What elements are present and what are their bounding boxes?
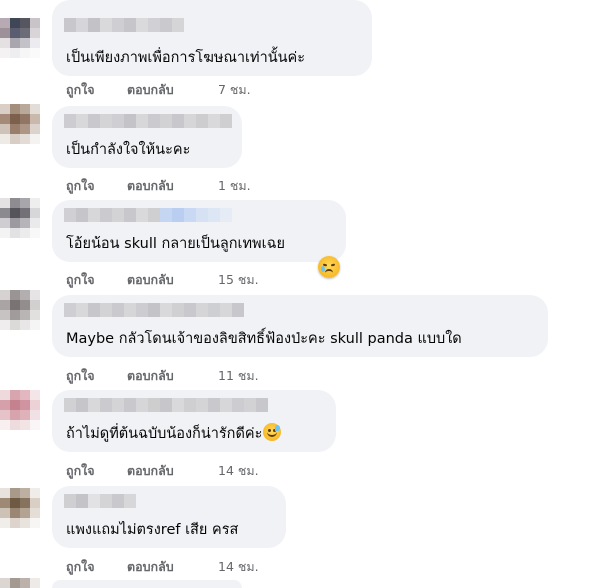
author-name[interactable]: [64, 114, 232, 128]
like-button[interactable]: ถูกใจ: [66, 80, 127, 100]
avatar[interactable]: [0, 290, 40, 330]
comment-text: แพงแถมไม่ตรงref เสีย ครส: [66, 522, 239, 538]
author-name[interactable]: [64, 303, 244, 317]
comment-actions: ถูกใจ ตอบกลับ 1 ชม.: [66, 176, 251, 196]
reply-button[interactable]: ตอบกลับ: [127, 270, 218, 290]
comment-bubble: เป็นเพียงภาพเพื่อการโฆษณาเท่านั้นค่ะ: [52, 0, 372, 76]
comment-text: Maybe กลัวโดนเจ้าของลิขสิทธิ์ฟ้องป่ะคะ s…: [66, 331, 462, 347]
author-name[interactable]: [64, 398, 268, 412]
avatar[interactable]: [0, 488, 40, 528]
comment-bubble: เป็นกำลังใจให้นะคะ: [52, 106, 242, 168]
comment-text-body: ถ้าไม่ดูที่ต้นฉบับน้องก็น่ารักดีค่ะ: [66, 426, 263, 442]
comment-actions: ถูกใจ ตอบกลับ 14 ชม.: [66, 461, 259, 481]
comment-bubble: โอ้ยน้อน skull กลายเป็นลูกเทพเฉย: [52, 200, 346, 262]
comment-text: เป็นเพียงภาพเพื่อการโฆษณาเท่านั้นค่ะ: [66, 50, 306, 66]
like-button[interactable]: ถูกใจ: [66, 461, 127, 481]
reply-button[interactable]: ตอบกลับ: [127, 461, 218, 481]
reply-button[interactable]: ตอบกลับ: [127, 366, 218, 386]
comment-actions: ถูกใจ ตอบกลับ 15 ชม.: [66, 270, 259, 290]
comment-actions: ถูกใจ ตอบกลับ 11 ชม.: [66, 366, 259, 386]
comment-timestamp[interactable]: 7 ชม.: [218, 80, 251, 100]
like-button[interactable]: ถูกใจ: [66, 176, 127, 196]
reply-button[interactable]: ตอบกลับ: [127, 557, 218, 577]
comment-actions: ถูกใจ ตอบกลับ 7 ชม.: [66, 80, 251, 100]
avatar[interactable]: [0, 18, 40, 58]
comment-timestamp[interactable]: 14 ชม.: [218, 557, 259, 577]
avatar[interactable]: [0, 104, 40, 144]
avatar[interactable]: [0, 390, 40, 430]
like-button[interactable]: ถูกใจ: [66, 366, 127, 386]
author-name[interactable]: [64, 494, 136, 508]
comment-text: ถ้าไม่ดูที่ต้นฉบับน้องก็น่ารักดีค่ะ: [66, 423, 282, 443]
comment-actions: ถูกใจ ตอบกลับ 14 ชม.: [66, 557, 259, 577]
comment-bubble: แพงแถมไม่ตรงref เสีย ครส: [52, 486, 286, 548]
author-name[interactable]: [64, 208, 232, 222]
comment-timestamp[interactable]: 14 ชม.: [218, 461, 259, 481]
avatar[interactable]: [0, 198, 40, 238]
reply-button[interactable]: ตอบกลับ: [127, 80, 218, 100]
like-button[interactable]: ถูกใจ: [66, 557, 127, 577]
comment-text: เป็นกำลังใจให้นะคะ: [66, 142, 191, 158]
comment-text: โอ้ยน้อน skull กลายเป็นลูกเทพเฉย: [66, 236, 285, 252]
comment-timestamp[interactable]: 15 ชม.: [218, 270, 259, 290]
reply-button[interactable]: ตอบกลับ: [127, 176, 218, 196]
avatar[interactable]: [0, 578, 40, 588]
comment-timestamp[interactable]: 1 ชม.: [218, 176, 251, 196]
comment-bubble: ถ้าไม่ดูที่ต้นฉบับน้องก็น่ารักดีค่ะ: [52, 390, 336, 452]
comment-bubble: Maybe กลัวโดนเจ้าของลิขสิทธิ์ฟ้องป่ะคะ s…: [52, 295, 548, 357]
comment-timestamp[interactable]: 11 ชม.: [218, 366, 259, 386]
like-button[interactable]: ถูกใจ: [66, 270, 127, 290]
grinning-sweat-icon: [263, 423, 282, 441]
author-name[interactable]: [64, 18, 184, 32]
sad-tear-icon[interactable]: [318, 256, 340, 278]
comment-bubble: [52, 580, 242, 588]
